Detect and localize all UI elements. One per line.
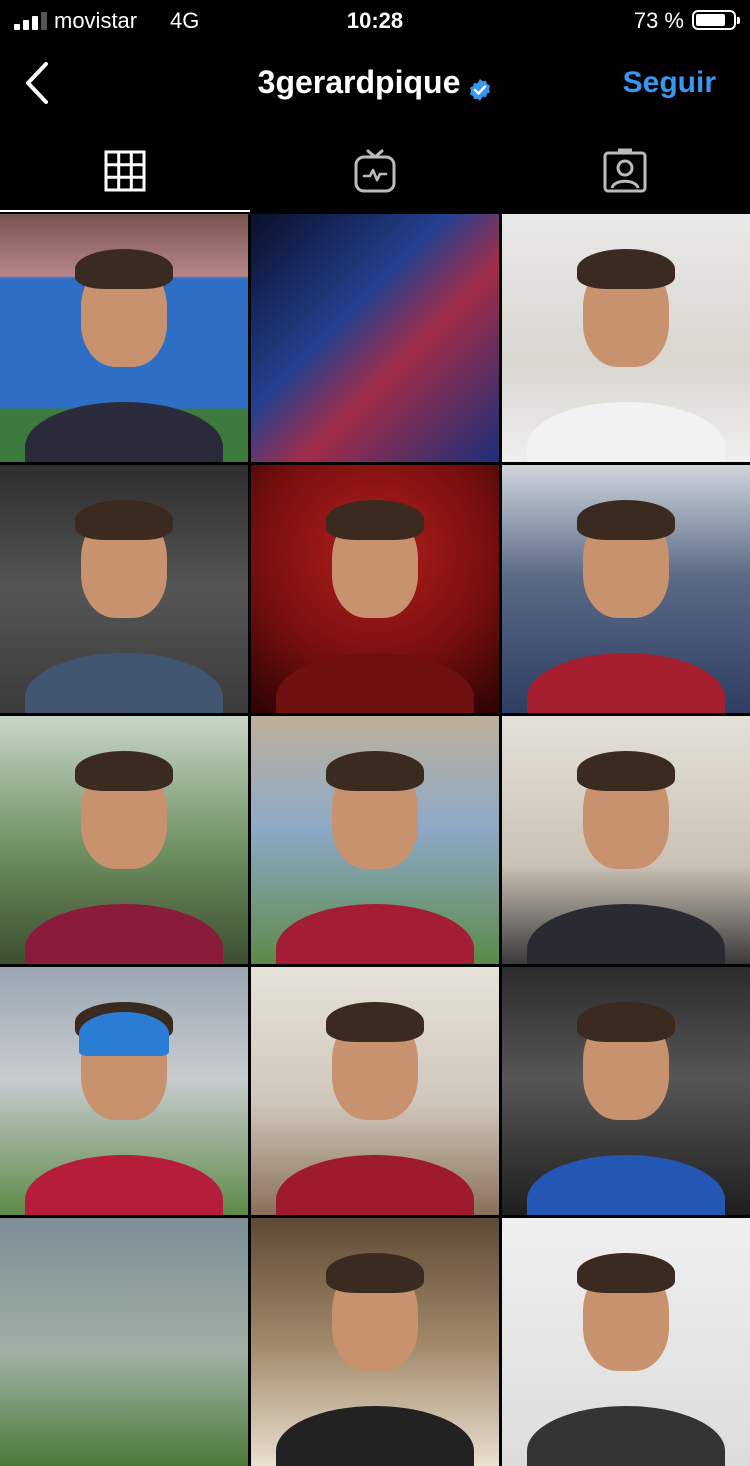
post-photo-subject-body [275, 1406, 475, 1466]
post-photo-subject-body [275, 904, 475, 964]
post-photo-subject-face [75, 751, 173, 870]
post-thumbnail[interactable] [0, 465, 248, 713]
post-photo-subject-body [24, 904, 224, 964]
post-thumbnail[interactable] [251, 214, 499, 462]
post-thumbnail[interactable] [251, 967, 499, 1215]
post-photo-subject-face [577, 249, 675, 368]
status-bar: movistar 4G 10:28 73 % [0, 0, 750, 44]
battery-icon [692, 10, 740, 30]
post-thumbnail[interactable] [502, 967, 750, 1215]
post-thumbnail[interactable] [0, 716, 248, 964]
post-thumbnail[interactable] [251, 1218, 499, 1466]
post-thumbnail[interactable] [502, 716, 750, 964]
tab-grid[interactable] [0, 128, 250, 214]
post-photo-subject-body [526, 402, 726, 462]
post-photo-subject-body [24, 653, 224, 713]
profile-header: 3gerardpique Seguir [0, 44, 750, 128]
post-photo-subject-body [275, 653, 475, 713]
post-photo-subject-face [577, 1002, 675, 1121]
tagged-user-icon [603, 148, 647, 193]
post-photo-subject-face [75, 500, 173, 619]
post-grid [0, 214, 750, 1466]
post-photo-subject-face [326, 1002, 424, 1121]
grid-icon [104, 150, 146, 192]
post-thumbnail[interactable] [0, 1218, 248, 1466]
post-thumbnail[interactable] [0, 214, 248, 462]
post-photo-subject-body [526, 904, 726, 964]
post-photo-subject-face [326, 751, 424, 870]
tab-igtv[interactable] [250, 128, 500, 214]
post-thumbnail[interactable] [251, 465, 499, 713]
post-photo-subject-face [577, 1253, 675, 1372]
post-thumbnail[interactable] [502, 214, 750, 462]
username: 3gerardpique [257, 64, 461, 100]
post-thumbnail[interactable] [0, 967, 248, 1215]
post-photo-subject-body [526, 1406, 726, 1466]
follow-button[interactable]: Seguir [623, 66, 716, 100]
post-photo-subject-body [24, 402, 224, 462]
post-photo-subject-face [326, 1253, 424, 1372]
post-thumbnail[interactable] [251, 716, 499, 964]
post-photo-subject-body [526, 1155, 726, 1215]
post-thumbnail[interactable] [502, 1218, 750, 1466]
verified-badge-icon [468, 73, 492, 101]
tab-tagged[interactable] [500, 128, 750, 214]
post-photo-subject-face [326, 500, 424, 619]
post-thumbnail[interactable] [502, 465, 750, 713]
post-photo-subject-body [275, 1155, 475, 1215]
post-photo-subject-face [577, 751, 675, 870]
post-photo-subject-face [75, 249, 173, 368]
post-photo-cap [79, 1011, 169, 1056]
post-photo-subject-body [24, 1155, 224, 1215]
post-photo-subject-face [577, 500, 675, 619]
battery-percent: 73 % [633, 8, 684, 33]
profile-tabs [0, 128, 750, 214]
post-photo-subject-body [526, 653, 726, 713]
tv-icon [354, 149, 396, 193]
